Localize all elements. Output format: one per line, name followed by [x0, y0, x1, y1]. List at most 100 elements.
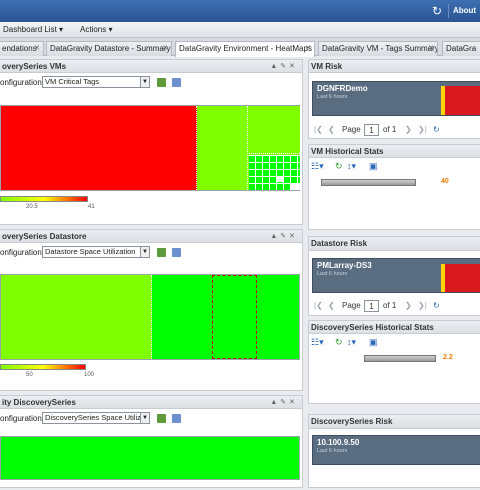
select-value: DiscoverySeries Space Utilizatio [45, 413, 150, 422]
panel-header: Datastore Risk [309, 237, 480, 251]
discovery-heatmap-panel: ity DiscoverySeries ▲✎✕ onfigurations: Di… [0, 395, 303, 488]
tab-label: endations [2, 44, 37, 53]
heatmap-cell-lime[interactable] [249, 106, 300, 154]
refresh-icon[interactable]: ↻ [430, 4, 444, 18]
close-icon[interactable]: ✕ [305, 42, 311, 56]
tab-recommendations[interactable]: endations ✕ [0, 41, 44, 56]
page-count: of 1 [383, 301, 397, 310]
tab-vm-tags-summary[interactable]: DataGravity VM - Tags Summary ✕ [318, 41, 438, 56]
page-label: Page [342, 125, 361, 134]
risk-bar-red [445, 86, 480, 115]
page-input[interactable]: 1 [364, 124, 379, 136]
config-row: onfigurations: VM Critical Tags ▼ [0, 74, 302, 90]
next-page-icon[interactable]: ❯ [405, 301, 412, 310]
close-icon[interactable]: ✕ [162, 42, 168, 56]
heatmap-small-cells[interactable] [249, 155, 300, 190]
heatmap-cell-lime[interactable] [1, 275, 152, 359]
heatmap-cell-lime[interactable] [197, 106, 248, 190]
chevron-down-icon: ▼ [140, 77, 149, 87]
pager: |❮ ❮ Page 1 of 1 ❯ ❯| ↻ [312, 300, 480, 314]
pager: |❮ ❮ Page 1 of 1 ❯ ❯| ↻ [312, 124, 480, 138]
chevron-down-icon: ▼ [140, 413, 149, 423]
datastore-heatmap-panel: overySeries Datastore ▲✎✕ onfigurations: … [0, 229, 303, 391]
chart-icon[interactable] [157, 248, 166, 257]
filter-icon[interactable]: ↕▾ [347, 337, 356, 348]
last-page-icon[interactable]: ❯| [418, 125, 427, 134]
config-row: onfigurations: Datastore Space Utilizati… [0, 244, 302, 260]
hierarchy-icon[interactable]: ☷▾ [311, 161, 324, 172]
vm-historical-stats-panel: VM Historical Stats ☷▾ ↻ ↕▾ ▣ 40 [308, 144, 480, 230]
refresh-icon[interactable]: ↻ [433, 301, 440, 310]
panel-header: VM Historical Stats [309, 145, 480, 158]
discovery-heatmap[interactable] [0, 436, 300, 480]
heatmap-cell-selected[interactable] [212, 275, 257, 359]
panel-tools[interactable]: ▲✎✕ [270, 396, 298, 408]
datastore-heatmap[interactable] [0, 274, 300, 360]
export-icon[interactable] [172, 414, 181, 423]
scale-max-label: 100 [84, 372, 95, 378]
panel-title: VM Historical Stats [311, 147, 384, 156]
actions-label: Actions [80, 25, 107, 34]
export-icon[interactable] [172, 78, 181, 87]
refresh-icon[interactable]: ↻ [335, 161, 343, 172]
tab-label: DataGravity VM - Tags Summary [322, 44, 438, 53]
close-icon[interactable]: ✕ [34, 42, 40, 56]
panel-header: overySeries VMs ▲✎✕ [0, 60, 302, 73]
panel-title: DiscoverySeries Historical Stats [311, 323, 434, 332]
heatmap-cell-red[interactable] [1, 106, 197, 190]
refresh-icon[interactable]: ↻ [335, 337, 343, 348]
tab-environment-heatmaps[interactable]: DataGravity Environment - HeatMaps ✕ [175, 41, 315, 57]
panel-tools[interactable]: ▲✎✕ [270, 230, 298, 242]
filter-icon[interactable]: ↕▾ [347, 161, 356, 172]
last-page-icon[interactable]: ❯| [418, 301, 427, 310]
chart-icon[interactable] [157, 414, 166, 423]
risk-tile[interactable]: PMLarray-DS3 Last 6 hours [312, 258, 480, 293]
tab-datagravity-more[interactable]: DataGra [442, 41, 480, 56]
export-icon[interactable]: ▣ [369, 337, 378, 348]
page-label: Page [342, 301, 361, 310]
select-value: VM Critical Tags [45, 77, 100, 86]
panel-tools[interactable]: ▲✎✕ [270, 60, 298, 72]
first-page-icon[interactable]: |❮ [314, 125, 323, 134]
dashboard-list-label: Dashboard List [3, 25, 57, 34]
first-page-icon[interactable]: |❮ [314, 301, 323, 310]
dashboard-list-menu[interactable]: Dashboard List ▾ [3, 25, 63, 34]
export-icon[interactable]: ▣ [369, 161, 378, 172]
config-select[interactable]: Datastore Space Utilization ▼ [42, 246, 150, 258]
chevron-down-icon: ▾ [108, 25, 113, 34]
tab-datastore-summary[interactable]: DataGravity Datastore - Summary ✕ [46, 41, 172, 56]
prev-page-icon[interactable]: ❮ [328, 125, 335, 134]
actions-menu[interactable]: Actions ▾ [80, 25, 112, 34]
export-icon[interactable] [172, 248, 181, 257]
color-scale [0, 196, 88, 202]
close-icon[interactable]: ✕ [428, 42, 434, 56]
about-link[interactable]: About [448, 4, 480, 18]
config-select[interactable]: DiscoverySeries Space Utilizatio ▼ [42, 412, 150, 424]
next-page-icon[interactable]: ❯ [405, 125, 412, 134]
panel-title: overySeries Datastore [2, 232, 87, 241]
refresh-icon[interactable]: ↻ [433, 125, 440, 134]
stat-bar[interactable] [364, 355, 436, 362]
panel-header: overySeries Datastore ▲✎✕ [0, 230, 302, 243]
risk-tile[interactable]: 10.100.9.50 Last 6 hours [312, 435, 480, 465]
heatmap-empty-cell [291, 183, 300, 190]
vms-heatmap[interactable] [0, 105, 300, 191]
panel-title: VM Risk [311, 62, 343, 71]
heatmap-empty-cell [277, 176, 283, 182]
panel-title: overySeries VMs [2, 62, 67, 71]
config-label: onfigurations: [0, 248, 49, 257]
page-input[interactable]: 1 [364, 300, 379, 312]
chevron-down-icon: ▾ [59, 25, 64, 34]
risk-tile-subtitle: Last 6 hours [317, 271, 348, 277]
stat-bar[interactable] [321, 179, 416, 186]
config-select[interactable]: VM Critical Tags ▼ [42, 76, 150, 88]
prev-page-icon[interactable]: ❮ [328, 301, 335, 310]
discovery-risk-panel: DiscoverySeries Risk 10.100.9.50 Last 6 … [308, 414, 480, 488]
chart-icon[interactable] [157, 78, 166, 87]
risk-tile[interactable]: DGNFRDemo Last 6 hours [312, 81, 480, 116]
tab-bar: endations ✕ DataGravity Datastore - Summa… [0, 38, 480, 57]
scale-mid-label: 50 [26, 372, 33, 378]
vm-risk-panel: VM Risk DGNFRDemo Last 6 hours |❮ ❮ Page… [308, 59, 480, 139]
config-label: onfigurations: [0, 78, 49, 87]
hierarchy-icon[interactable]: ☷▾ [311, 337, 324, 348]
